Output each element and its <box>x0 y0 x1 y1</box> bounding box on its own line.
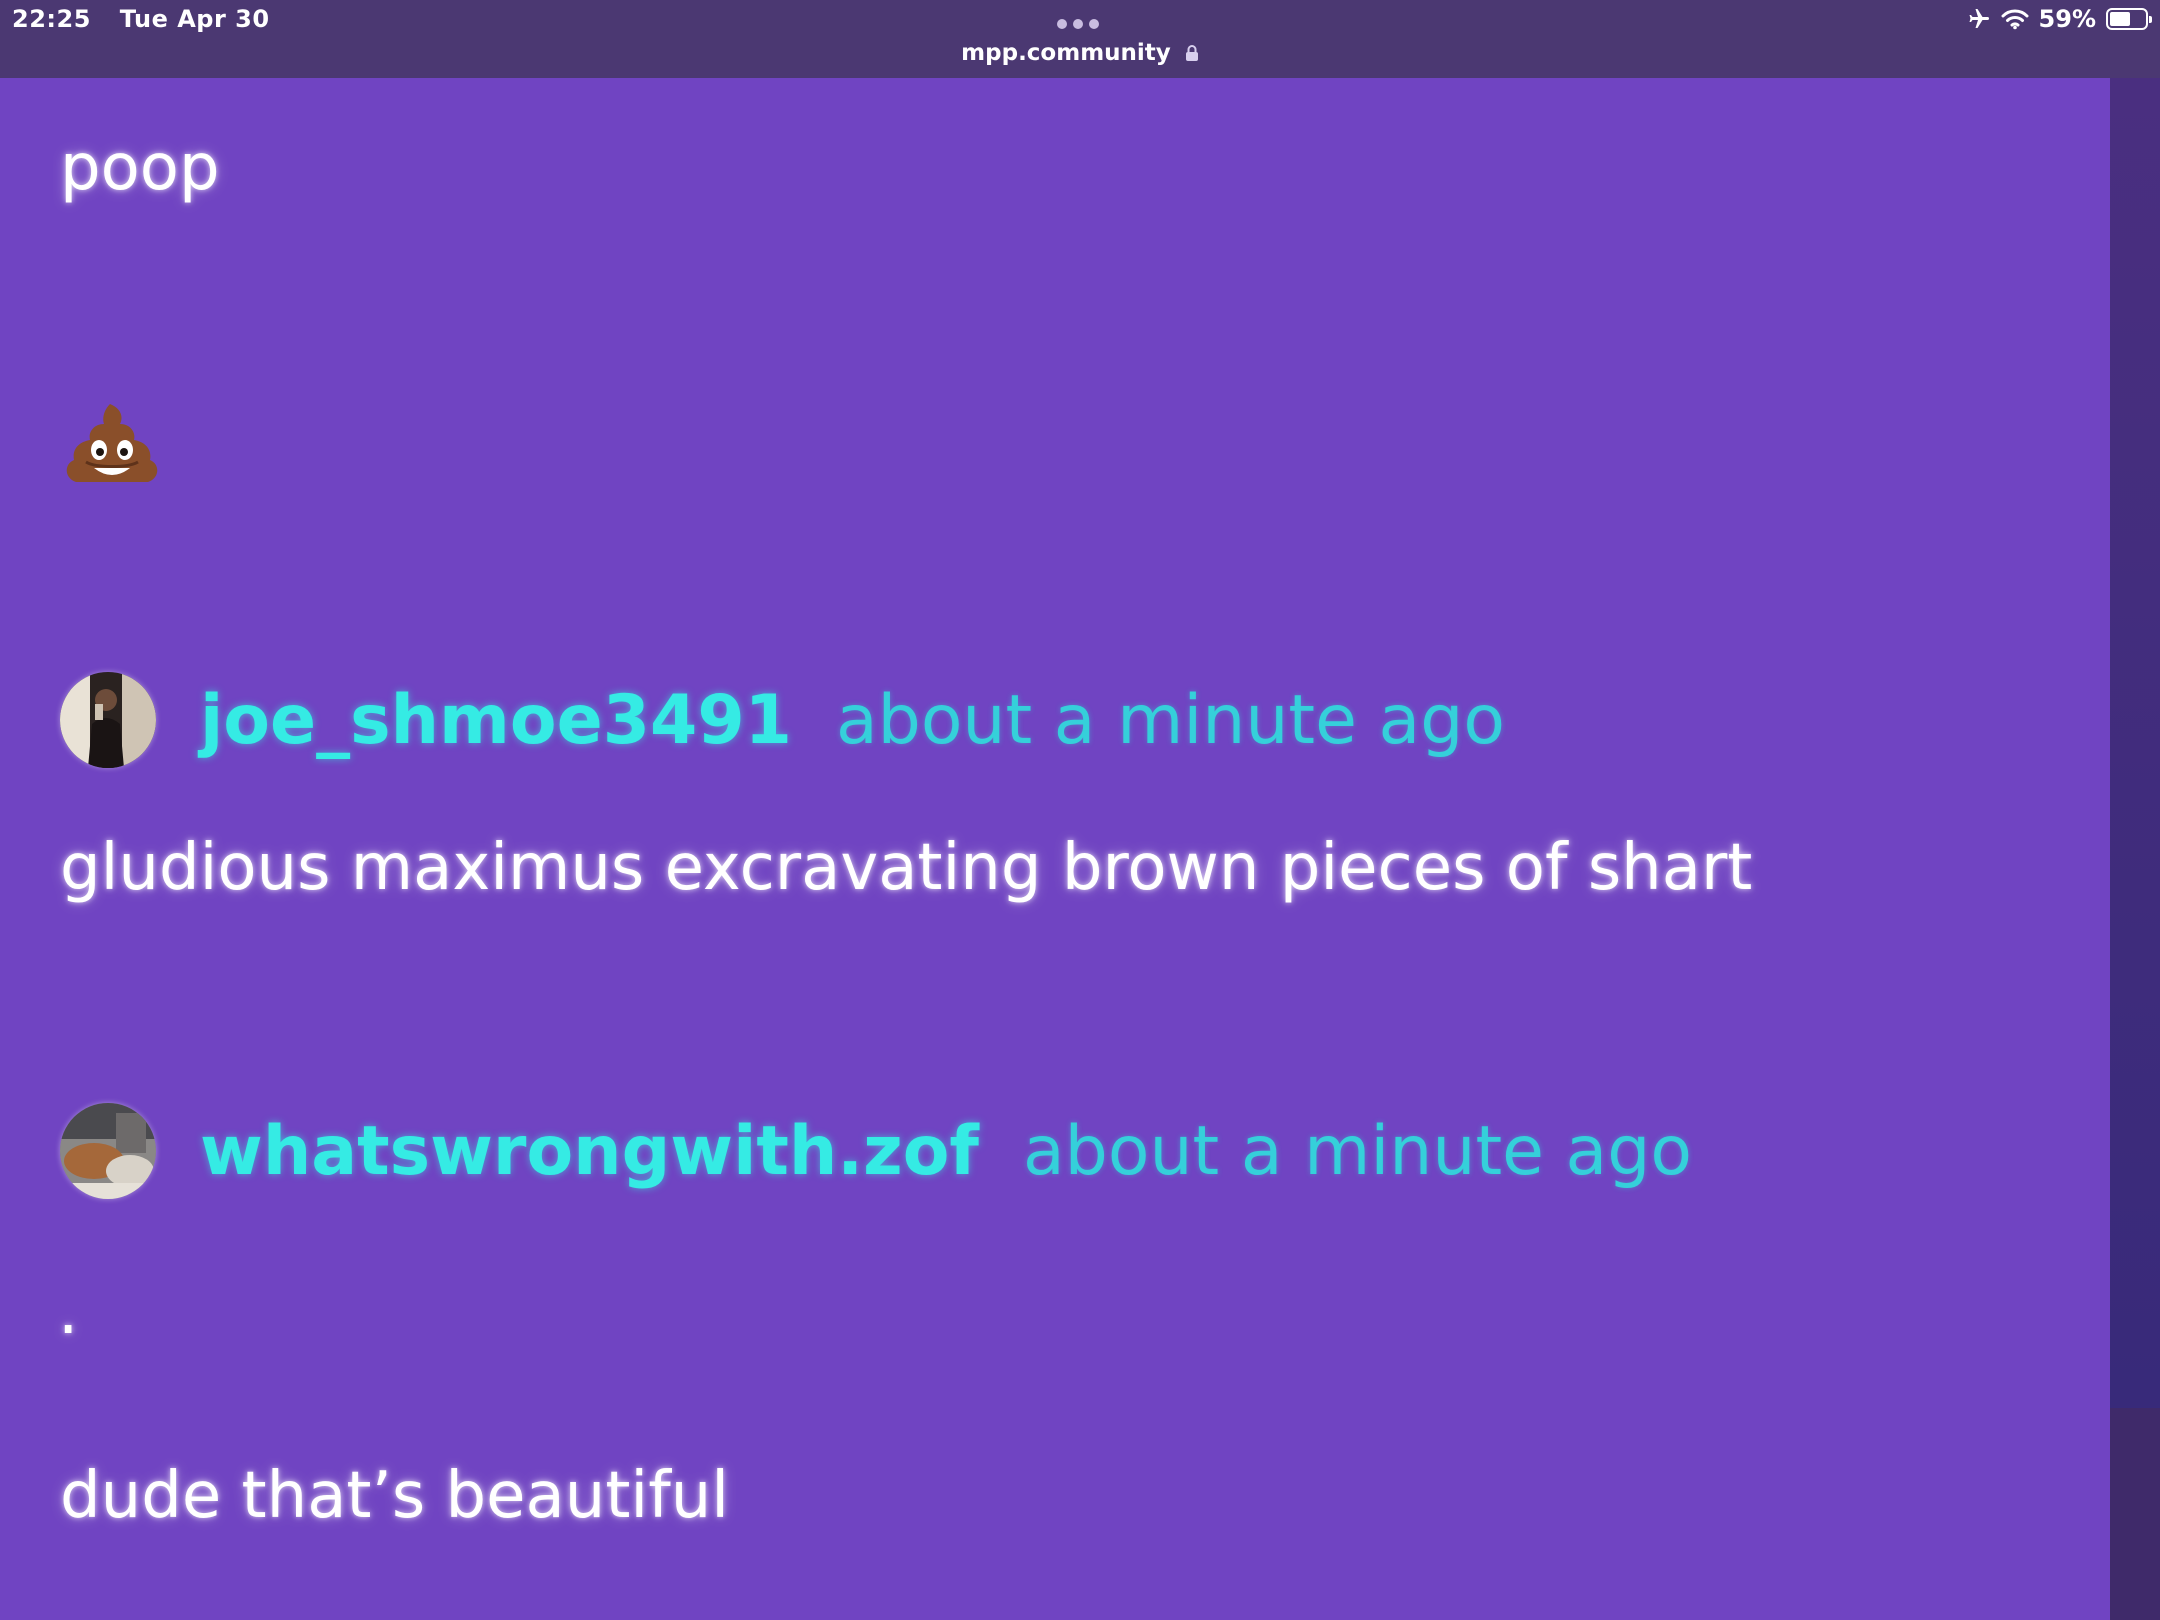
battery-fill <box>2110 12 2131 26</box>
wifi-icon <box>2001 9 2029 30</box>
post-header: whatswrongwith.zof about a minute ago <box>60 1102 1692 1200</box>
status-date: Tue Apr 30 <box>119 5 270 33</box>
poop-emoji-message <box>66 400 158 499</box>
timestamp: about a minute ago <box>1023 1111 1692 1191</box>
timestamp: about a minute ago <box>835 680 1505 760</box>
message-text: poop <box>60 131 220 205</box>
battery-percent: 59% <box>2038 5 2096 33</box>
message-text: dude that’s beautiful <box>60 1459 730 1533</box>
username[interactable]: whatswrongwith.zof <box>200 1112 979 1191</box>
status-time: 22:25 <box>12 5 91 33</box>
more-dots-icon[interactable] <box>1057 19 1099 29</box>
username[interactable]: joe_shmoe3491 <box>200 681 792 760</box>
status-time-date: 22:25 Tue Apr 30 <box>12 5 270 33</box>
scrollbar-thumb[interactable] <box>2110 78 2160 1408</box>
lock-icon <box>1185 45 1198 61</box>
message-text: . <box>58 1275 79 1349</box>
status-indicators: 59% <box>1967 5 2152 33</box>
battery-icon <box>2106 8 2152 30</box>
url-text[interactable]: mpp.community <box>961 40 1171 66</box>
status-bar: 22:25 Tue Apr 30 mpp.community 59% <box>0 0 2160 78</box>
avatar[interactable] <box>60 1103 156 1199</box>
post-header: joe_shmoe3491 about a minute ago <box>60 671 1505 769</box>
avatar[interactable] <box>60 672 156 768</box>
address-bar[interactable]: mpp.community <box>0 40 2160 66</box>
airplane-icon <box>1969 9 1989 28</box>
poop-emoji-icon <box>66 404 158 482</box>
message-text: gludious maximus excravating brown piece… <box>60 831 1753 905</box>
